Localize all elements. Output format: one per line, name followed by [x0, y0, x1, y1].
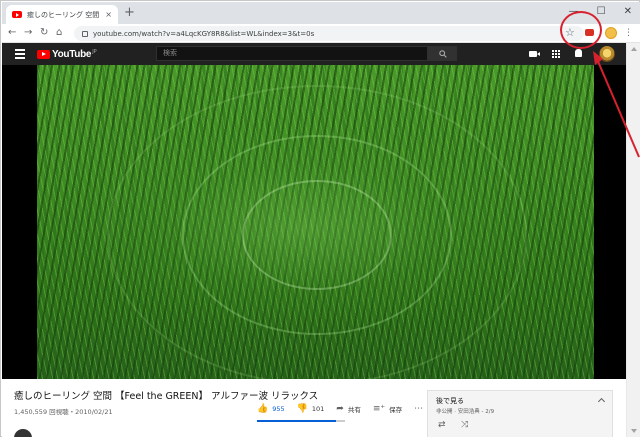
browser-toolbar: ← → ↻ ⌂ youtube.com/watch?v=a4LqcKGY8R8&… — [2, 24, 640, 43]
playlist-add-icon: ≡⁺ — [372, 404, 386, 414]
tab-close-icon[interactable]: × — [105, 10, 112, 19]
playlist-title: 後で見る — [436, 397, 464, 405]
close-window-button[interactable]: ✕ — [624, 6, 632, 18]
url-text: youtube.com/watch?v=a4LqcKGY8R8&list=WL&… — [93, 29, 315, 38]
create-video-icon[interactable] — [529, 51, 540, 57]
search-button[interactable] — [428, 46, 457, 61]
like-button[interactable]: 👍 955 — [257, 404, 285, 414]
home-button[interactable]: ⌂ — [56, 27, 62, 39]
video-title: 癒しのヒーリング 空間 【Feel the GREEN】 アルファー波 リラック… — [14, 391, 319, 402]
youtube-wordmark: YouTube — [52, 49, 92, 60]
maximize-button[interactable]: ☐ — [597, 6, 606, 18]
youtube-logo[interactable]: YouTube JP — [37, 49, 97, 60]
scroll-down-icon[interactable] — [631, 429, 637, 433]
search-icon — [438, 49, 447, 58]
more-icon: ⋯ — [414, 404, 425, 414]
annotation-circle — [560, 11, 602, 49]
youtube-header: YouTube JP 検索 — [2, 43, 626, 65]
more-actions-button[interactable]: ⋯ — [414, 404, 424, 414]
like-ratio-fill — [257, 420, 337, 422]
share-label: 共有 — [347, 406, 361, 414]
dislike-count: 101 — [311, 405, 325, 413]
playlist-subtitle: 非公開 · 安田浩典 - 2/9 — [436, 409, 495, 415]
browser-menu-icon[interactable]: ⋮ — [624, 27, 633, 39]
video-player[interactable] — [2, 65, 626, 379]
forward-button[interactable]: → — [24, 27, 32, 39]
dislike-button[interactable]: 👎 101 — [297, 404, 325, 414]
view-count-date: 1,450,559 回視聴・2010/02/21 — [14, 408, 113, 416]
share-arrow-icon: ➦ — [336, 404, 344, 414]
watch-later-playlist-panel[interactable]: 後で見る 非公開 · 安田浩典 - 2/9 ⇄ ⤨ — [427, 390, 613, 437]
lock-icon — [82, 30, 88, 37]
reload-button[interactable]: ↻ — [40, 27, 48, 39]
notifications-bell-icon[interactable] — [575, 49, 582, 57]
tab-strip: 癒しのヒーリング 空間 【Feel the × + — ☐ ✕ — [2, 2, 640, 24]
loop-icon[interactable]: ⇄ — [438, 420, 446, 430]
apps-grid-icon[interactable] — [552, 50, 560, 58]
video-actions: 👍 955 👎 101 ➦ 共有 ≡⁺ 保存 ⋯ — [257, 404, 436, 414]
youtube-favicon-icon — [12, 11, 22, 18]
save-label: 保存 — [389, 406, 403, 414]
save-button[interactable]: ≡⁺ 保存 — [373, 404, 402, 414]
like-count: 955 — [272, 405, 285, 413]
video-frame[interactable] — [37, 65, 594, 379]
thumbs-up-icon: 👍 — [257, 404, 269, 414]
hamburger-menu-icon[interactable] — [15, 49, 25, 59]
address-bar[interactable]: youtube.com/watch?v=a4LqcKGY8R8&list=WL&… — [74, 26, 584, 41]
back-button[interactable]: ← — [8, 27, 16, 39]
region-label: JP — [92, 49, 97, 55]
annotation-arrow-icon — [593, 51, 640, 158]
channel-avatar[interactable] — [14, 429, 32, 437]
browser-tab[interactable]: 癒しのヒーリング 空間 【Feel the × — [6, 5, 118, 24]
tab-title: 癒しのヒーリング 空間 【Feel the — [27, 10, 102, 19]
like-ratio-bar — [257, 420, 345, 422]
chevron-up-icon[interactable] — [597, 397, 606, 406]
water-ripple — [242, 180, 392, 290]
profile-avatar[interactable] — [605, 27, 617, 39]
shuffle-icon[interactable]: ⤨ — [461, 420, 468, 430]
youtube-play-icon — [37, 50, 50, 59]
new-tab-button[interactable]: + — [124, 6, 135, 20]
browser-window: 癒しのヒーリング 空間 【Feel the × + — ☐ ✕ ← → ↻ ⌂ … — [0, 0, 640, 437]
search-input[interactable]: 検索 — [156, 46, 428, 61]
share-button[interactable]: ➦ 共有 — [336, 404, 361, 414]
thumbs-down-icon: 👎 — [296, 404, 308, 414]
